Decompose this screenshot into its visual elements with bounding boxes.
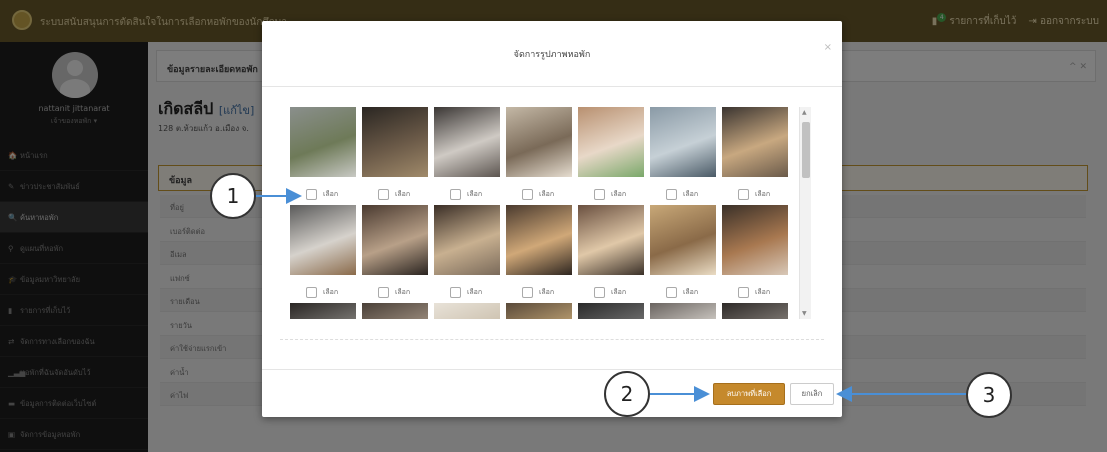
callout-2: 2	[604, 371, 650, 417]
callout-3: 3	[966, 372, 1012, 418]
callout-arrows	[256, 188, 966, 402]
callout-1: 1	[210, 173, 256, 219]
